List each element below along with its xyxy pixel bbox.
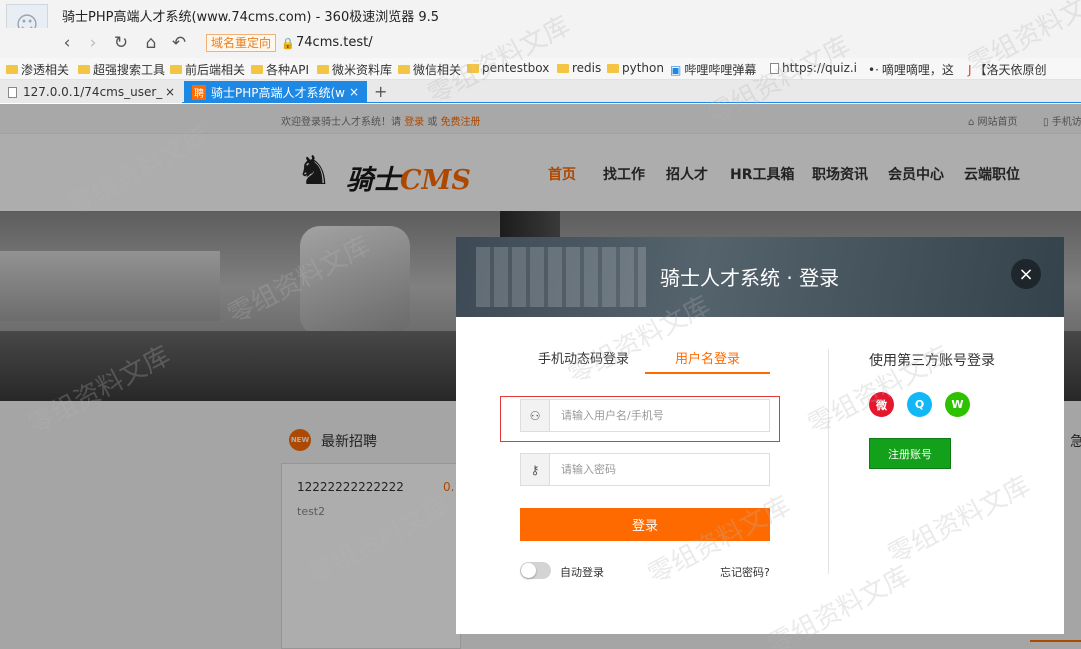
site-favicon-icon: 🔒 — [281, 37, 295, 50]
password-input[interactable] — [551, 454, 769, 485]
j-icon: J — [968, 62, 972, 77]
bookmark-item[interactable]: ▣ 哔哩哔哩弹幕 — [670, 61, 756, 78]
window-title: 骑士PHP高端人才系统(www.74cms.com) - 360极速浏览器 9.… — [62, 10, 440, 25]
qq-icon[interactable]: Q — [907, 392, 932, 417]
folder-icon — [78, 65, 90, 74]
bookmark-item[interactable]: 各种API — [251, 61, 309, 78]
face-icon: •· — [868, 62, 879, 77]
auto-login-toggle[interactable] — [520, 562, 551, 579]
weibo-icon[interactable]: 微 — [869, 392, 894, 417]
bookmark-item[interactable]: pentestbox — [467, 61, 549, 75]
bookmark-item[interactable]: 渗透相关 — [6, 61, 69, 78]
folder-icon — [6, 65, 18, 74]
new-tab-button[interactable]: + — [374, 82, 387, 101]
forgot-password-link[interactable]: 忘记密码? — [720, 564, 770, 580]
bookmark-item[interactable]: •· 嘀哩嘀哩，这 — [868, 61, 954, 78]
redirect-tag[interactable]: 域名重定向 — [206, 34, 277, 52]
header-keyboard-image — [476, 247, 646, 307]
home-icon[interactable]: ⌂ — [140, 32, 162, 54]
page-icon — [8, 86, 17, 98]
folder-icon — [467, 63, 479, 73]
register-button[interactable]: 注册账号 — [869, 438, 951, 469]
undo-icon[interactable]: ↶ — [168, 32, 190, 54]
folder-icon — [317, 65, 329, 74]
tab-sms-login[interactable]: 手机动态码登录 — [538, 348, 629, 367]
wechat-icon[interactable]: W — [945, 392, 970, 417]
page-icon — [770, 62, 779, 74]
tv-icon: ▣ — [670, 62, 682, 77]
folder-icon — [251, 65, 263, 74]
tab-favicon-icon: 聘 — [192, 84, 206, 100]
bookmark-item[interactable]: 前后端相关 — [170, 61, 245, 78]
bookmark-item[interactable]: J 【洛天依原创 — [968, 61, 1047, 78]
forward-icon[interactable]: › — [82, 32, 104, 54]
username-field[interactable]: ⚇ — [520, 399, 770, 432]
folder-icon — [170, 65, 182, 74]
tab-username-login[interactable]: 用户名登录 — [675, 348, 740, 367]
user-icon: ⚇ — [521, 400, 550, 431]
close-icon[interactable]: × — [1011, 259, 1041, 289]
password-field[interactable]: ⚷ — [520, 453, 770, 486]
back-icon[interactable]: ‹ — [56, 32, 78, 54]
third-party-title: 使用第三方账号登录 — [869, 353, 995, 369]
tab-74cms[interactable]: 聘 骑士PHP高端人才系统(w × — [184, 81, 367, 103]
tab-localhost[interactable]: 127.0.0.1/74cms_user_ × — [0, 81, 182, 103]
bookmark-item[interactable]: 超强搜索工具 — [78, 61, 165, 78]
bookmark-item[interactable]: https://quiz.i — [770, 61, 857, 75]
bookmark-item[interactable]: redis — [557, 61, 601, 75]
auto-login-label: 自动登录 — [560, 566, 604, 579]
folder-icon — [607, 63, 619, 73]
refresh-icon[interactable]: ↻ — [110, 32, 132, 54]
folder-icon — [398, 65, 410, 74]
active-tab-underline — [645, 372, 770, 374]
username-input[interactable] — [551, 400, 769, 431]
bookmark-item[interactable]: 微信相关 — [398, 61, 461, 78]
login-button[interactable]: 登录 — [520, 508, 770, 541]
folder-icon — [557, 63, 569, 73]
key-icon: ⚷ — [521, 454, 550, 485]
modal-title: 骑士人才系统 · 登录 — [660, 266, 840, 290]
tab-close-icon[interactable]: × — [349, 85, 359, 99]
bookmark-item[interactable]: python — [607, 61, 664, 75]
url-input[interactable]: 74cms.test/ — [296, 35, 373, 50]
modal-divider — [828, 349, 829, 574]
bookmark-item[interactable]: 微米资料库 — [317, 61, 392, 78]
tab-close-icon[interactable]: × — [165, 85, 175, 99]
toggle-knob — [521, 563, 536, 578]
address-bar — [0, 28, 1081, 58]
